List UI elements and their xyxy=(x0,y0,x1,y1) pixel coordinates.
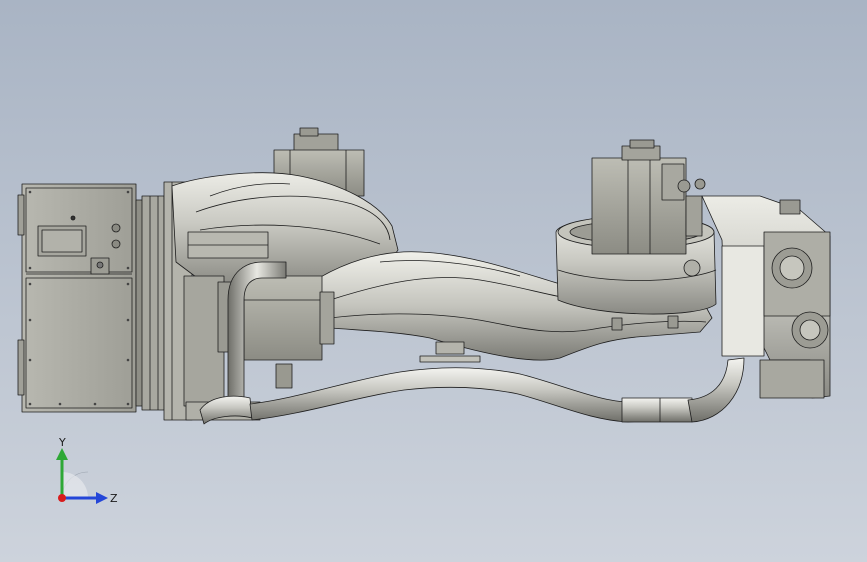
origin-dot xyxy=(58,494,66,502)
j5-motor xyxy=(591,139,703,255)
graphics-viewport[interactable]: Y Z xyxy=(0,0,867,562)
z-axis-label: Z xyxy=(110,492,118,505)
y-axis-label: Y xyxy=(58,436,66,449)
cable-hose-main xyxy=(249,357,745,423)
robot-arm-model[interactable] xyxy=(0,0,867,562)
coordinate-triad: Y Z xyxy=(56,436,118,505)
base-cabinet xyxy=(17,183,137,413)
